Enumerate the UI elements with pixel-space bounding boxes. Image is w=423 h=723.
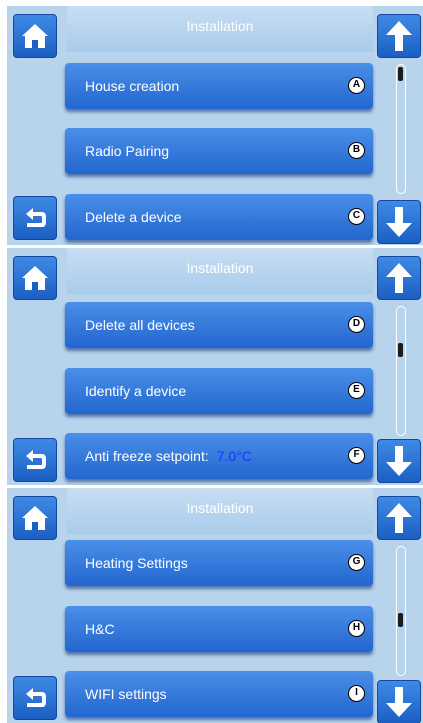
scrollbar[interactable]	[396, 64, 406, 194]
menu-item-delete-device[interactable]: Delete a device C	[65, 194, 373, 240]
scrollbar-thumb[interactable]	[398, 67, 403, 81]
home-button[interactable]	[13, 496, 57, 540]
screen-title: Installation	[67, 488, 373, 534]
up-arrow-icon	[386, 21, 412, 51]
up-arrow-icon	[386, 263, 412, 293]
screen-3: Installation Heating Settings G H&C H WI…	[7, 488, 423, 723]
scrollbar-thumb[interactable]	[398, 613, 403, 627]
back-arrow-icon	[26, 688, 46, 707]
menu-item-label: Identify a device	[85, 383, 187, 399]
screen-title: Installation	[67, 248, 373, 294]
scroll-up-button[interactable]	[377, 14, 421, 58]
menu-item-h-and-c[interactable]: H&C H	[65, 606, 373, 652]
back-arrow-icon	[26, 450, 46, 469]
down-arrow-icon	[386, 207, 412, 237]
home-icon	[22, 506, 48, 530]
scroll-down-button[interactable]	[377, 200, 421, 244]
scroll-down-button[interactable]	[377, 680, 421, 723]
menu-item-label: Anti freeze setpoint:	[85, 448, 209, 464]
screen-2: Installation Delete all devices D Identi…	[7, 248, 423, 485]
home-button[interactable]	[13, 14, 57, 58]
badge-a: A	[348, 77, 365, 94]
menu-item-wifi-settings[interactable]: WIFI settings I	[65, 671, 373, 717]
menu-item-radio-pairing[interactable]: Radio Pairing B	[65, 128, 373, 174]
up-arrow-icon	[386, 503, 412, 533]
setpoint-value: 7.0°C	[216, 448, 252, 464]
menu-item-house-creation[interactable]: House creation A	[65, 63, 373, 109]
back-button[interactable]	[13, 676, 57, 720]
screen-title: Installation	[67, 6, 373, 52]
menu-item-label: Delete a device	[85, 209, 182, 225]
down-arrow-icon	[386, 687, 412, 717]
back-button[interactable]	[13, 196, 57, 240]
badge-f: F	[348, 447, 365, 464]
back-button[interactable]	[13, 438, 57, 482]
screen-1: Installation House creation A Radio Pair…	[7, 6, 423, 245]
menu-item-label: WIFI settings	[85, 686, 167, 702]
menu-item-label: Heating Settings	[85, 555, 188, 571]
back-arrow-icon	[26, 208, 46, 227]
badge-g: G	[348, 554, 365, 571]
menu-item-identify-device[interactable]: Identify a device E	[65, 368, 373, 414]
badge-e: E	[348, 382, 365, 399]
menu-item-label: House creation	[85, 78, 180, 94]
badge-c: C	[348, 208, 365, 225]
menu-item-heating-settings[interactable]: Heating Settings G	[65, 540, 373, 586]
badge-h: H	[348, 620, 365, 637]
badge-i: I	[348, 685, 365, 702]
scrollbar[interactable]	[396, 546, 406, 676]
scroll-up-button[interactable]	[377, 256, 421, 300]
menu-item-label: H&C	[85, 621, 115, 637]
down-arrow-icon	[386, 446, 412, 476]
menu-item-label: Delete all devices	[85, 317, 195, 333]
menu-item-label: Radio Pairing	[85, 143, 170, 159]
home-icon	[22, 266, 48, 290]
scrollbar-thumb[interactable]	[398, 343, 403, 357]
menu-item-delete-all-devices[interactable]: Delete all devices D	[65, 302, 373, 348]
home-icon	[22, 24, 48, 48]
badge-d: D	[348, 316, 365, 333]
badge-b: B	[348, 142, 365, 159]
scroll-up-button[interactable]	[377, 496, 421, 540]
menu-item-anti-freeze-setpoint[interactable]: Anti freeze setpoint: 7.0°C F	[65, 433, 373, 479]
home-button[interactable]	[13, 256, 57, 300]
scroll-down-button[interactable]	[377, 439, 421, 483]
scrollbar[interactable]	[396, 306, 406, 436]
